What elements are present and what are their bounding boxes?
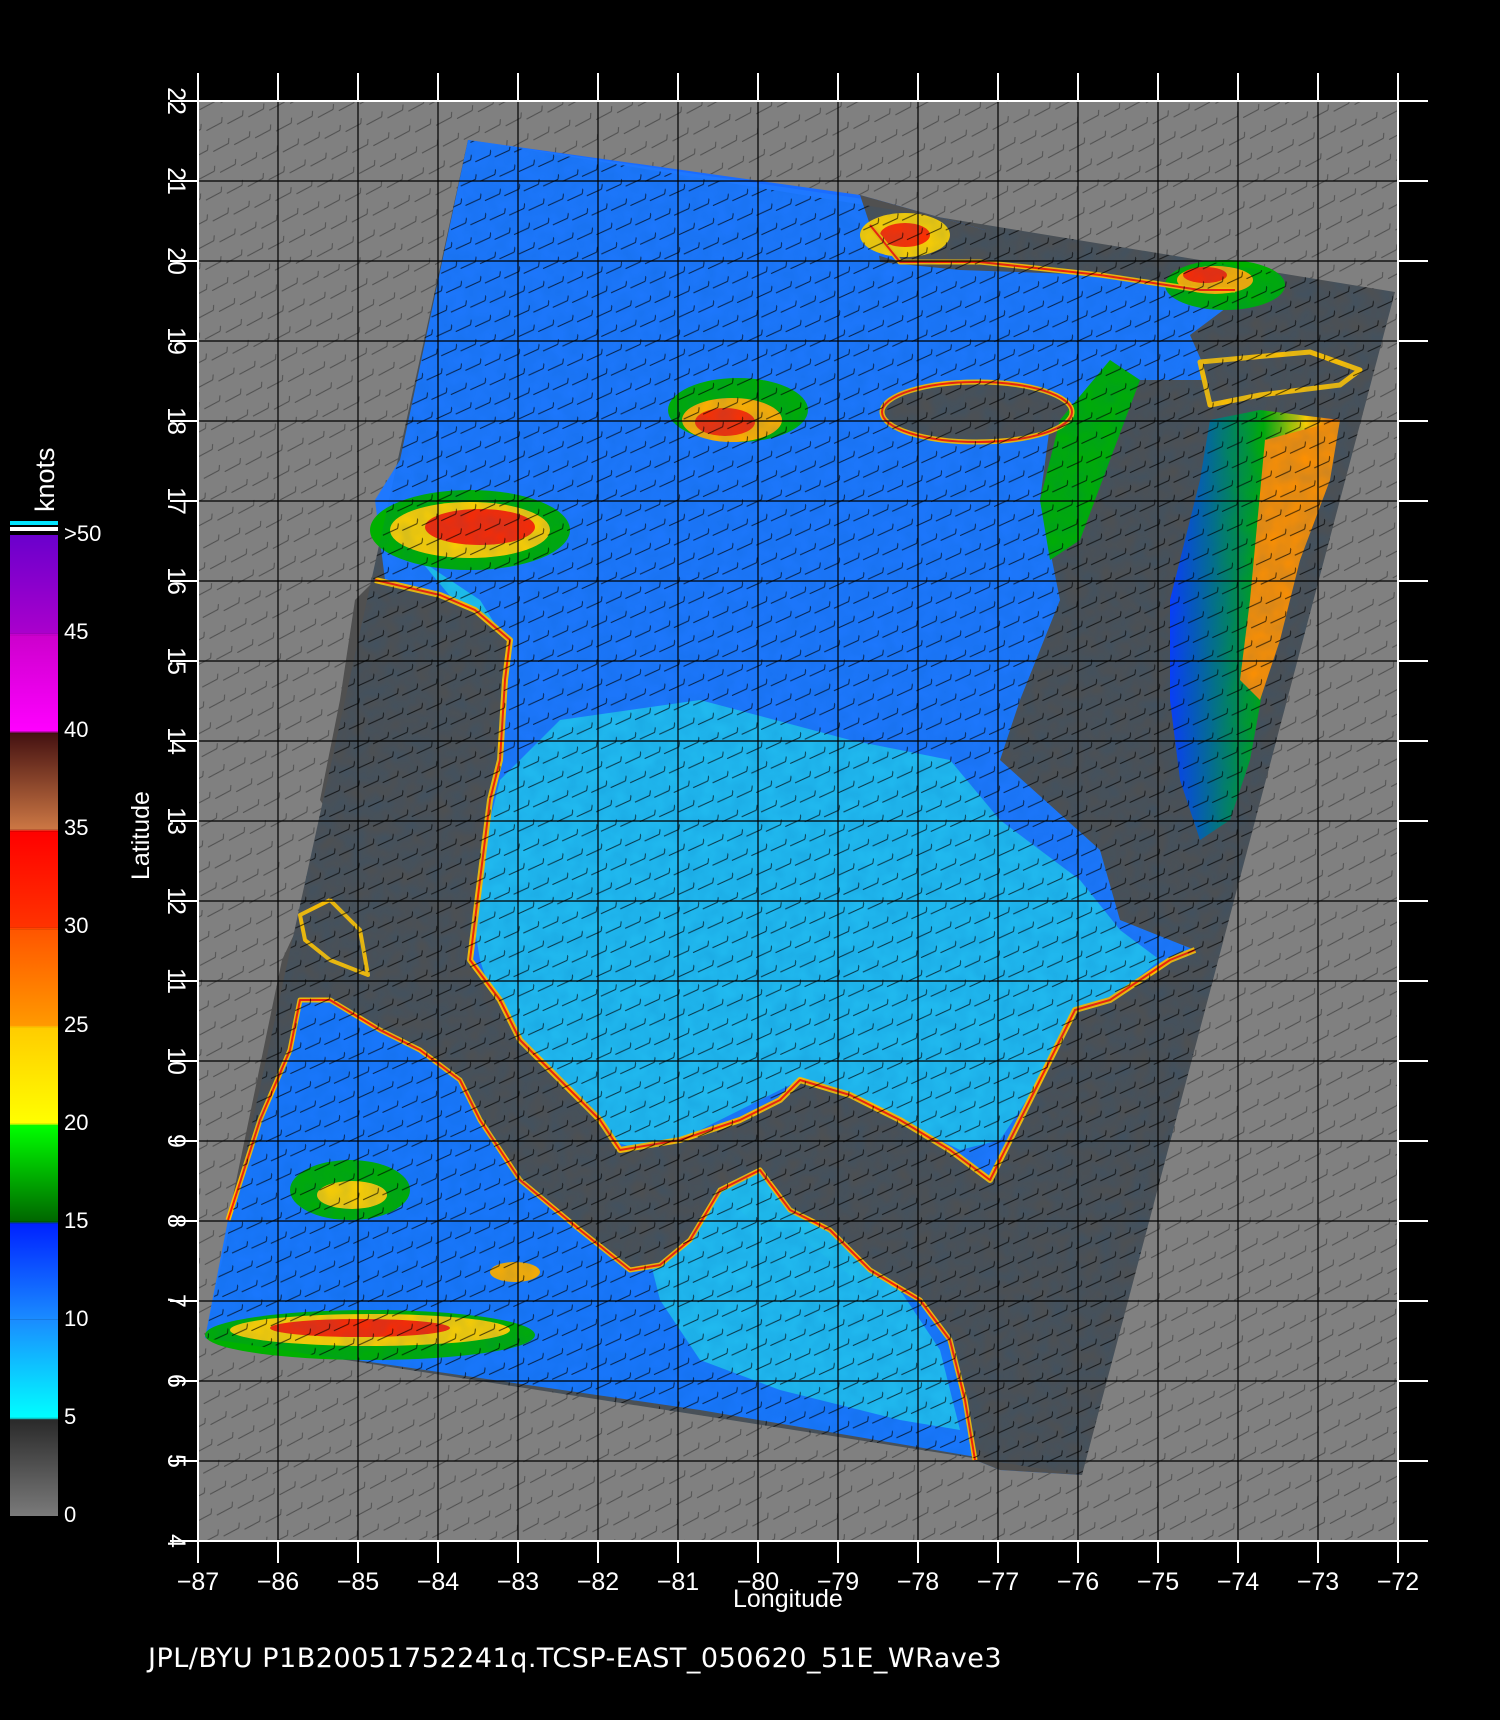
x-tick-label: −75 [1137,1568,1179,1596]
x-tick-label: −84 [417,1568,460,1596]
colorbar-segment [10,1123,58,1126]
colorbar-units-label: knots [30,447,60,512]
y-tick-label: 20 [162,247,190,275]
colorbar-segment [10,929,58,1026]
y-tick-label: 4 [162,1534,190,1548]
colorbar-segment [10,1221,58,1224]
colorbar-tick-label: 30 [64,913,89,939]
colorbar-tick-label: >50 [64,521,102,546]
colorbar-tick-label: 35 [64,815,89,841]
colorbar-tick-label: 25 [64,1011,89,1037]
colorbar-segment [10,1025,58,1028]
colorbar [10,521,58,1516]
colorbar-segment [10,1223,58,1320]
colorbar-tick-label: 5 [64,1403,77,1429]
y-tick-label: 6 [162,1374,190,1388]
x-tick-label: −74 [1217,1568,1260,1596]
x-tick-label: −78 [897,1568,939,1596]
colorbar-segment [10,731,58,734]
y-tick-label: 12 [162,887,190,915]
y-tick-label: 18 [162,407,190,435]
colorbar-segment [10,633,58,636]
colorbar-tick-label: 0 [64,1502,77,1527]
colorbar-segment [10,1027,58,1124]
y-tick-label: 14 [162,727,190,755]
x-tick-label: −73 [1297,1568,1339,1596]
footer-caption: JPL/BYU P1B20051752241q.TCSP-EAST_050620… [148,1643,1003,1674]
colorbar-tick-label: 40 [64,717,89,743]
y-tick-label: 7 [162,1294,190,1308]
x-tick-label: −82 [577,1568,619,1596]
x-tick-label: −72 [1377,1568,1419,1596]
colorbar-segment [10,1125,58,1222]
colorbar-segment [10,831,58,928]
y-tick-label: 21 [162,167,190,195]
colorbar-segment [10,927,58,930]
x-axis-label: Longitude [733,1585,843,1613]
colorbar-segment [10,1319,58,1418]
y-tick-label: 10 [162,1047,190,1075]
y-tick-label: 15 [162,647,190,675]
x-tick-label: −76 [1057,1568,1099,1596]
colorbar-cap-stripe [10,527,58,531]
wind-map-figure: −87 −86 −85 −84 −83 −82 −81 −80 −79 −78 −77 −76 −75−… [10,73,1428,1596]
x-tick-label: −86 [257,1568,299,1596]
x-tick-label: −77 [977,1568,1019,1596]
colorbar-tick-label: 20 [64,1109,89,1135]
colorbar-tick-label: 45 [64,619,89,645]
colorbar-segment [10,733,58,830]
y-tick-label: 11 [162,968,190,994]
y-tick-label: 8 [162,1214,190,1228]
y-tick-label: 17 [162,487,190,515]
x-tick-label: −85 [337,1568,379,1596]
colorbar-segment [10,635,58,732]
y-tick-label: 5 [162,1454,190,1468]
y-tick-label: 19 [162,327,190,355]
y-axis-label: Latitude [127,791,155,880]
y-tick-label: 13 [162,807,190,835]
colorbar-segment [10,829,58,832]
y-tick-label: 9 [162,1134,190,1148]
x-tick-label: −87 [177,1568,219,1596]
colorbar-cap-stripe [10,521,58,525]
y-tick-label: 22 [162,87,190,115]
colorbar-tick-label: 10 [64,1305,89,1331]
colorbar-segment [10,1417,58,1420]
y-tick-label: 16 [162,567,190,595]
colorbar-tick-label: 15 [64,1207,89,1233]
x-tick-label: −83 [497,1568,539,1596]
colorbar-segment [10,535,58,634]
x-tick-label: −81 [657,1568,699,1596]
colorbar-segment [10,1419,58,1516]
